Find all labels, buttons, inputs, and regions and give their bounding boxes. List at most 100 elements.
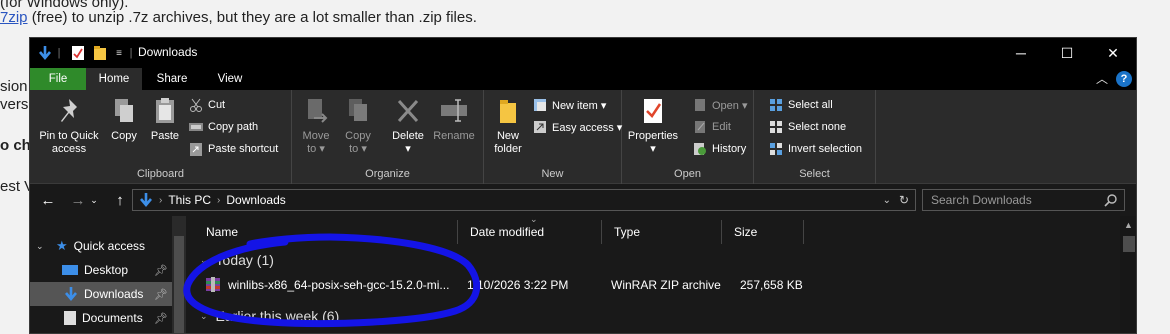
column-header-size[interactable]: Size xyxy=(722,220,804,244)
nav-downloads-label: Downloads xyxy=(84,287,144,301)
new-folder-button[interactable]: New folder xyxy=(488,94,528,156)
bg-line-2-text: (free) to unzip .7z archives, but they a… xyxy=(27,9,477,26)
group-select: Select all Select none Invert selection … xyxy=(754,90,876,184)
breadcrumb-separator-icon: › xyxy=(159,194,163,206)
easy-access-label: Easy access ▾ xyxy=(552,121,623,134)
documents-icon xyxy=(64,311,76,325)
bg-side-text-3: o ch xyxy=(0,137,31,154)
pin-quick-access-button[interactable]: Pin to Quick access xyxy=(34,94,104,156)
paste-shortcut-button[interactable]: Paste shortcut xyxy=(188,140,278,158)
refresh-icon[interactable]: ↻ xyxy=(899,193,909,207)
copy-icon xyxy=(109,94,139,128)
new-item-icon xyxy=(532,98,548,112)
select-none-icon xyxy=(768,120,784,134)
group-header-today[interactable]: ⌄ Today (1) xyxy=(200,252,274,268)
column-header-type[interactable]: Type xyxy=(602,220,722,244)
new-folder-label-2: folder xyxy=(494,143,522,155)
file-list-scrollbar-thumb[interactable] xyxy=(1123,236,1135,252)
back-arrow-icon[interactable]: ← xyxy=(38,191,58,209)
group-organize: Move to ▾ Copy to ▾ Delete ▾ Rename Orga… xyxy=(292,90,484,184)
star-icon: ★ xyxy=(56,238,68,253)
nav-scrollbar-thumb[interactable] xyxy=(174,236,184,333)
easy-access-icon xyxy=(532,120,548,134)
open-button[interactable]: Open ▾ xyxy=(692,96,748,114)
nav-item-desktop[interactable]: Desktop 📌︎ xyxy=(30,258,172,282)
properties-quick-icon[interactable] xyxy=(68,38,88,68)
copy-to-label-2: to ▾ xyxy=(349,143,367,155)
paste-button[interactable]: Paste xyxy=(146,94,184,143)
new-item-button[interactable]: New item ▾ xyxy=(532,96,606,114)
titlebar-separator-2: | xyxy=(129,47,133,59)
maximize-button[interactable]: ☐ xyxy=(1044,38,1090,68)
pinned-icon: 📌︎ xyxy=(154,289,168,301)
explorer-window: | ≡ | Downloads ─ ☐ ✕ File Home Share Vi… xyxy=(29,37,1137,334)
open-group-label: Open xyxy=(674,168,701,180)
help-icon[interactable]: ? xyxy=(1116,71,1132,87)
delete-label: Delete xyxy=(392,130,424,142)
copy-path-button[interactable]: Copy path xyxy=(188,118,258,136)
column-header-name[interactable]: Name xyxy=(194,220,458,244)
close-button[interactable]: ✕ xyxy=(1090,38,1136,68)
properties-icon xyxy=(638,94,668,128)
recent-locations-chevron-icon[interactable]: ⌄ xyxy=(88,191,100,209)
minimize-button[interactable]: ─ xyxy=(998,38,1044,68)
invert-selection-icon xyxy=(768,142,784,156)
search-icon xyxy=(1104,193,1118,210)
tab-home[interactable]: Home xyxy=(86,68,142,90)
forward-arrow-icon[interactable]: → xyxy=(68,191,88,209)
easy-access-button[interactable]: Easy access ▾ xyxy=(532,118,622,136)
expand-chevron-icon[interactable]: ⌄ xyxy=(36,241,48,252)
table-row[interactable]: winlibs-x86_64-posix-seh-gcc-15.2.0-mi..… xyxy=(194,274,1120,296)
tab-share[interactable]: Share xyxy=(142,68,202,90)
group-collapse-chevron-icon-2[interactable]: ⌄ xyxy=(200,311,208,322)
new-group-label: New xyxy=(541,168,564,180)
address-history-chevron-icon[interactable]: ⌄ xyxy=(883,195,891,206)
invert-selection-button[interactable]: Invert selection xyxy=(768,140,862,158)
customize-quick-access-icon[interactable]: ≡ xyxy=(112,38,126,68)
scroll-up-icon[interactable]: ▲ xyxy=(1124,220,1133,230)
address-bar[interactable]: › This PC › Downloads ⌄ ↻ xyxy=(132,189,916,211)
copy-to-button[interactable]: Copy to ▾ xyxy=(340,94,376,156)
move-to-button[interactable]: Move to ▾ xyxy=(298,94,334,156)
new-folder-label-1: New xyxy=(496,130,519,142)
group-earlier-label: Earlier this week (6) xyxy=(215,308,340,324)
file-list-scrollbar[interactable]: ▲ xyxy=(1120,216,1136,333)
bg-text-line-2: 7zip (free) to unzip .7z archives, but t… xyxy=(0,9,477,26)
search-input[interactable]: Search Downloads xyxy=(922,189,1125,211)
tab-file[interactable]: File xyxy=(30,68,86,90)
cut-button[interactable]: Cut xyxy=(188,96,225,114)
copy-button[interactable]: Copy xyxy=(106,94,142,143)
nav-item-documents[interactable]: Documents 📌︎ xyxy=(30,306,172,330)
breadcrumb-downloads[interactable]: Downloads xyxy=(226,193,285,207)
search-placeholder: Search Downloads xyxy=(931,193,1032,207)
new-folder-quick-icon[interactable] xyxy=(90,38,110,68)
delete-button[interactable]: Delete ▾ xyxy=(386,94,430,156)
ribbon-tabs: File Home Share View ︿ ? xyxy=(30,68,1136,90)
nav-item-quick-access[interactable]: ⌄ ★ Quick access xyxy=(30,234,172,258)
select-all-label: Select all xyxy=(788,99,833,111)
select-none-button[interactable]: Select none xyxy=(768,118,846,136)
edit-button[interactable]: Edit xyxy=(692,118,731,136)
quick-access-arrow-icon[interactable] xyxy=(36,38,54,68)
collapse-ribbon-icon[interactable]: ︿ xyxy=(1096,70,1108,87)
properties-button[interactable]: Properties ▾ xyxy=(624,94,682,156)
file-date-modified: 1/10/2026 3:22 PM xyxy=(467,278,569,292)
pin-quick-access-label-1: Pin to Quick xyxy=(39,130,99,142)
up-arrow-icon[interactable]: ↑ xyxy=(110,191,130,209)
breadcrumb-this-pc[interactable]: This PC xyxy=(168,193,211,207)
title-bar: | ≡ | Downloads ─ ☐ ✕ xyxy=(30,38,1136,68)
pin-icon xyxy=(54,94,84,128)
pinned-icon: 📌︎ xyxy=(154,313,168,325)
nav-item-downloads[interactable]: Downloads 📌︎ xyxy=(30,282,172,306)
select-all-button[interactable]: Select all xyxy=(768,96,833,114)
group-collapse-chevron-icon[interactable]: ⌄ xyxy=(200,255,208,266)
copy-label: Copy xyxy=(111,130,137,142)
group-header-earlier-this-week[interactable]: ⌄ Earlier this week (6) xyxy=(200,308,339,324)
history-button[interactable]: History xyxy=(692,140,746,158)
file-list: Name Date modified Type Size ⌄ ⌄ Today (… xyxy=(194,214,1120,333)
tab-view[interactable]: View xyxy=(202,68,258,90)
nav-scrollbar[interactable] xyxy=(172,216,186,333)
bg-7zip-link[interactable]: 7zip xyxy=(0,9,28,26)
breadcrumb-separator-icon-2: › xyxy=(217,194,221,206)
rename-button[interactable]: Rename xyxy=(432,94,476,143)
